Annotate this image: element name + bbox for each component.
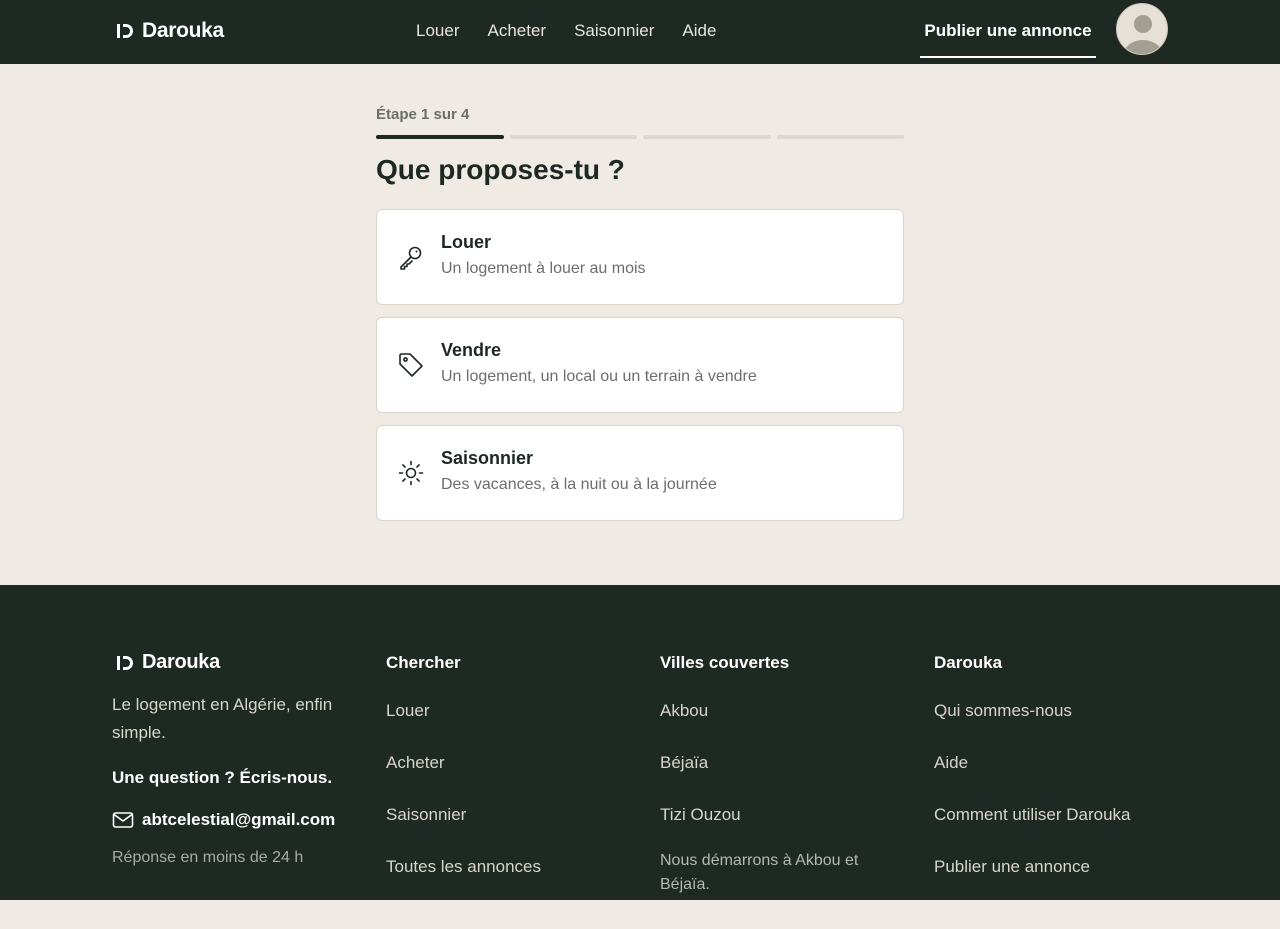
publish-listing-link[interactable]: Publier une annonce xyxy=(920,20,1096,58)
footer-tagline: Le logement en Algérie, enfin simple. xyxy=(112,695,333,742)
footer-link-louer[interactable]: Louer xyxy=(386,701,541,721)
brand-logo[interactable]: Darouka xyxy=(116,19,224,43)
footer-link-help[interactable]: Aide xyxy=(934,753,1131,773)
footer-link-about[interactable]: Qui sommes-nous xyxy=(934,701,1131,721)
footer-link-saisonnier[interactable]: Saisonnier xyxy=(386,805,541,825)
footer-link-bejaia[interactable]: Béjaïa xyxy=(660,753,890,773)
option-title: Saisonnier xyxy=(441,448,534,468)
contact-email-link[interactable]: abtcelestial@gmail.com xyxy=(112,810,335,830)
top-navbar: Darouka Louer Acheter Saisonnier Aide Pu… xyxy=(0,0,1280,64)
option-card-louer[interactable]: Louer Un logement à louer au mois xyxy=(376,209,904,305)
nav-link-acheter[interactable]: Acheter xyxy=(487,20,546,42)
progress-segment-3 xyxy=(643,135,771,139)
tag-icon xyxy=(399,353,423,377)
progress-segment-4 xyxy=(776,135,904,139)
site-footer: Darouka Le logement en Algérie, enfin si… xyxy=(0,585,1280,900)
footer-brand[interactable]: Darouka xyxy=(116,651,220,674)
brand-name: Darouka xyxy=(142,19,224,42)
progress-segment-1 xyxy=(376,135,504,139)
footer-link-tizi-ouzou[interactable]: Tizi Ouzou xyxy=(660,805,890,825)
nav-link-louer[interactable]: Louer xyxy=(416,20,459,42)
contact-email: abtcelestial@gmail.com xyxy=(142,810,336,829)
step-progress-bar xyxy=(376,135,904,139)
page-title: Que proposes-tu ? xyxy=(376,154,625,185)
user-silhouette-icon xyxy=(1124,15,1162,54)
option-card-vendre[interactable]: Vendre Un logement, un local ou un terra… xyxy=(376,317,904,413)
step-label: Étape 1 sur 4 xyxy=(376,106,470,123)
footer-link-publish[interactable]: Publier une annonce xyxy=(934,857,1131,877)
option-card-saisonnier[interactable]: Saisonnier Des vacances, à la nuit ou à … xyxy=(376,425,904,521)
darouka-logo-icon xyxy=(117,24,133,38)
progress-segment-2 xyxy=(509,135,637,139)
key-icon xyxy=(400,246,422,270)
footer-link-akbou[interactable]: Akbou xyxy=(660,701,890,721)
option-subtitle: Un logement, un local ou un terrain à ve… xyxy=(441,368,757,385)
footer-link-all-listings[interactable]: Toutes les annonces xyxy=(386,857,541,877)
footer-col-heading: Chercher xyxy=(386,653,461,672)
option-subtitle: Des vacances, à la nuit ou à la journée xyxy=(441,476,717,493)
footer-col-villes: Villes couvertes Akbou Béjaïa Tizi Ouzou… xyxy=(660,653,890,929)
footer-col-heading: Villes couvertes xyxy=(660,653,790,672)
contact-heading: Une question ? Écris-nous. xyxy=(112,768,333,787)
option-title: Vendre xyxy=(441,340,502,360)
footer-brand-name: Darouka xyxy=(142,651,220,673)
mail-icon xyxy=(112,812,134,828)
main-nav: Louer Acheter Saisonnier Aide xyxy=(416,20,716,42)
footer-col-heading: Darouka xyxy=(934,653,1003,672)
nav-link-saisonnier[interactable]: Saisonnier xyxy=(574,20,654,42)
option-list: Louer Un logement à louer au mois Vendre… xyxy=(376,209,904,521)
cities-note: Nous démarrons à Akbou et Béjaïa. xyxy=(660,852,859,893)
sun-icon xyxy=(398,460,424,486)
footer-col-darouka: Darouka Qui sommes-nous Aide Comment uti… xyxy=(934,653,1131,909)
listing-type-step: Étape 1 sur 4 Que proposes-tu ? Louer Un… xyxy=(376,100,904,521)
nav-link-aide[interactable]: Aide xyxy=(682,20,716,42)
user-avatar[interactable] xyxy=(1116,3,1168,55)
option-title: Louer xyxy=(441,232,492,252)
footer-col-chercher: Chercher Louer Acheter Saisonnier Toutes… xyxy=(386,653,541,909)
darouka-logo-icon xyxy=(117,655,133,670)
option-subtitle: Un logement à louer au mois xyxy=(441,260,646,277)
footer-link-how-to[interactable]: Comment utiliser Darouka xyxy=(934,805,1131,825)
reply-time-note: Réponse en moins de 24 h xyxy=(112,849,304,866)
footer-link-acheter[interactable]: Acheter xyxy=(386,753,541,773)
